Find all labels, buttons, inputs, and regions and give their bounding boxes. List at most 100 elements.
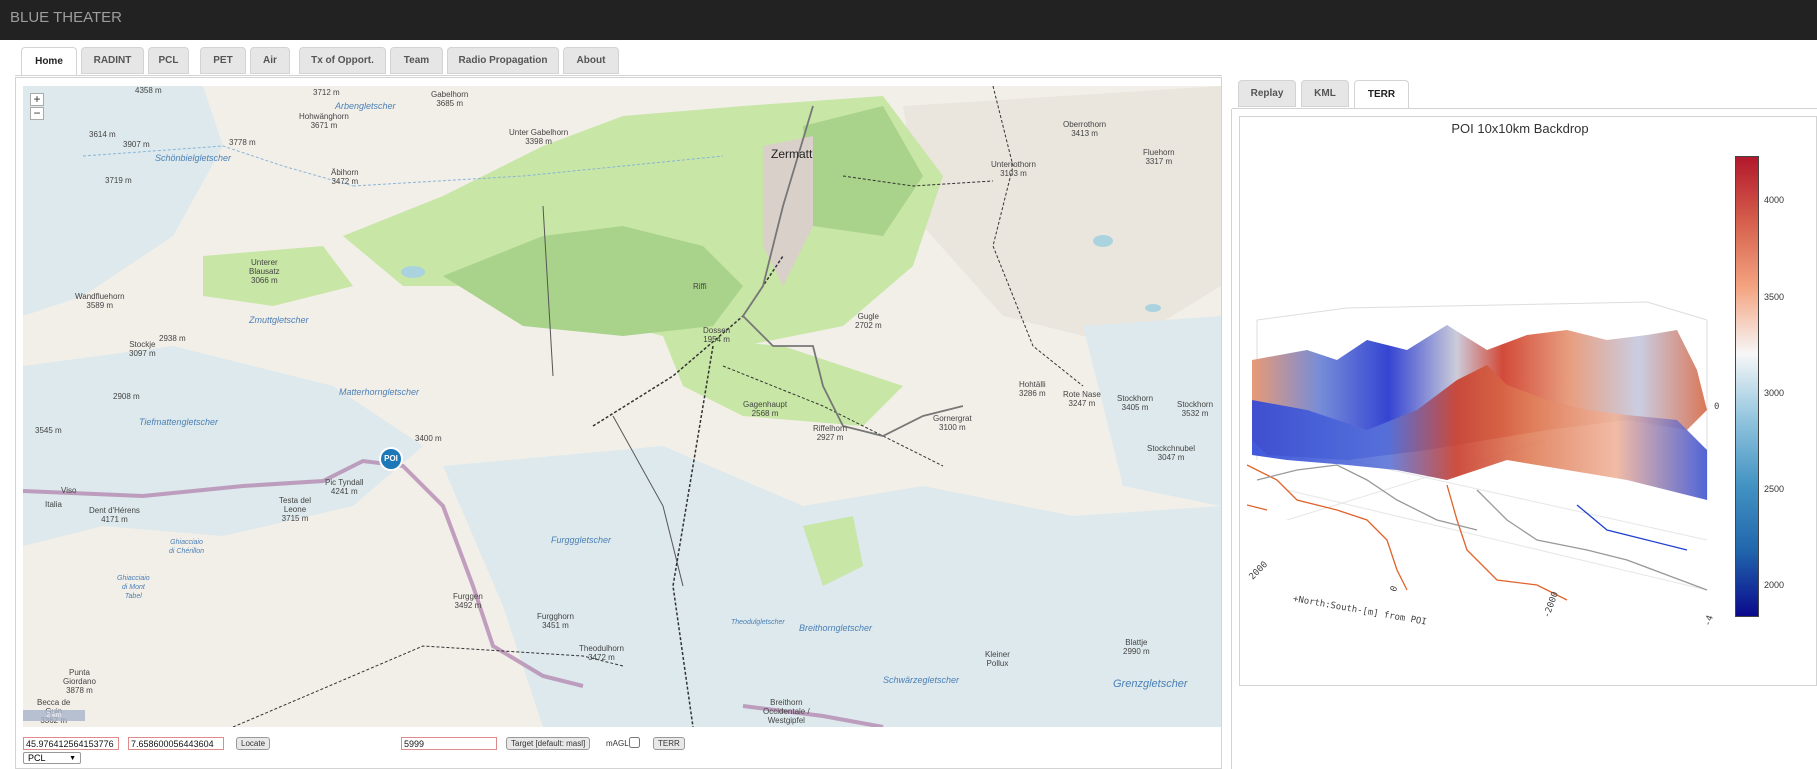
tab-replay[interactable]: Replay (1238, 80, 1296, 107)
map-label: Stockje 3097 m (129, 340, 156, 358)
zoom-in-button[interactable]: + (30, 93, 44, 106)
map-label: Zmuttgletscher (249, 315, 309, 325)
map-label: Ghiacciaio di Chérillon (169, 539, 205, 555)
map-label: 3907 m (123, 140, 150, 149)
altitude-input[interactable] (401, 737, 497, 750)
map-label: Fluehorn 3317 m (1143, 148, 1175, 166)
chevron-down-icon: ▼ (69, 755, 76, 762)
tab-home[interactable]: Home (21, 47, 77, 76)
app-title[interactable]: BLUE THEATER (10, 9, 122, 26)
map-label: Testa del Leone 3715 m (279, 496, 312, 523)
map-label: Arbengletscher (335, 101, 396, 111)
lake (1093, 235, 1113, 247)
glacier-area (443, 446, 1221, 727)
tab-radint[interactable]: RADINT (81, 47, 144, 74)
axis-tick: 0 (1714, 402, 1720, 412)
map-label: Stockhorn 3532 m (1177, 400, 1214, 418)
map-label: 3719 m (105, 176, 132, 185)
map-label: 2938 m (159, 334, 186, 343)
tab-pcl[interactable]: PCL (148, 47, 189, 74)
tab-pet[interactable]: PET (200, 47, 246, 74)
colorbar-tick: 3000 (1764, 388, 1785, 398)
map-label: Theodulhorn 3472 m (579, 644, 624, 662)
map-label: Gugle 2702 m (855, 312, 882, 330)
terr-button[interactable]: TERR (653, 737, 685, 750)
contour-line (1247, 504, 1268, 511)
magl-label: mAGL (606, 739, 629, 748)
map-label: 2908 m (113, 392, 140, 401)
map-label: Grenzgletscher (1113, 678, 1188, 690)
colorbar-tick: 2000 (1764, 580, 1785, 590)
map-label: Unter Gabelhorn 3398 m (509, 128, 569, 146)
map-label: Furgggletscher (551, 535, 612, 545)
tab-radio-propagation[interactable]: Radio Propagation (447, 47, 559, 74)
map-label: Dossen 1954 m (703, 326, 731, 344)
map-label: Rote Nase 3247 m (1063, 390, 1101, 408)
map-label: Pic Tyndall 4241 m (325, 478, 364, 496)
map-label: Schönbielgletscher (155, 153, 232, 163)
map-label: Stockchnubel 3047 m (1147, 444, 1196, 462)
map-label: Viso (61, 486, 77, 495)
locate-button[interactable]: Locate (236, 737, 271, 750)
map-label: Riffi (693, 282, 707, 291)
map-label: Kleiner Pollux (985, 650, 1010, 668)
tab-about[interactable]: About (563, 47, 619, 74)
lake (401, 266, 425, 278)
terrain-surface-plot[interactable] (1247, 290, 1725, 630)
mode-select[interactable]: PCL ▼ (23, 752, 81, 764)
map-label: Furgghorn 3451 m (537, 612, 574, 630)
map-label: 3614 m (89, 130, 116, 139)
map-label: Ghiacciaio di Mont Tabel (117, 575, 150, 600)
map-label: Oberrothorn 3413 m (1063, 120, 1107, 138)
tab-divider (15, 75, 1222, 76)
zoom-out-button[interactable]: − (30, 107, 44, 120)
map-label: Breithorngletscher (799, 623, 873, 633)
scale-bar: 2 km (23, 710, 85, 721)
longitude-input[interactable] (128, 737, 224, 750)
magl-checkbox[interactable] (629, 737, 640, 748)
map-label: 3712 m (313, 88, 340, 97)
latitude-input[interactable] (23, 737, 119, 750)
map-label: 3545 m (35, 426, 62, 435)
tab-air[interactable]: Air (250, 47, 290, 74)
map-view[interactable]: + − Zermatt Unter Gabelhorn 3398 m Gabel… (23, 86, 1221, 727)
rock-area (903, 86, 1221, 346)
map-label: Matterhorngletscher (339, 387, 420, 397)
map-label: 4358 m (135, 86, 162, 95)
tab-tx-of-opport[interactable]: Tx of Opport. (299, 47, 386, 74)
plot-title: POI 10x10km Backdrop (1451, 121, 1589, 136)
glacier-area (23, 346, 423, 546)
map-label: Hohtälli 3286 m (1019, 380, 1046, 398)
map-label: Tiefmattengletscher (139, 417, 218, 427)
colorbar-tick: 4000 (1764, 195, 1785, 205)
target-button[interactable]: Target [default: masl] (506, 737, 591, 750)
colorbar (1735, 156, 1759, 617)
map-label: Gornergrat 3100 m (933, 414, 972, 432)
map-label: Unterer Blausatz 3066 m (249, 258, 280, 285)
map-label: Riffelhorn 2927 m (813, 424, 848, 442)
map-label: 3400 m (415, 434, 442, 443)
tab-kml[interactable]: KML (1301, 80, 1349, 107)
map-label: Blattje 2990 m (1123, 638, 1150, 656)
poi-marker[interactable]: POI (379, 447, 403, 471)
map-label: Furggen 3492 m (453, 592, 483, 610)
mode-select-value: PCL (28, 753, 46, 763)
map-label: Dent d'Hérens 4171 m (89, 506, 140, 524)
map-label: Theodulgletscher (731, 619, 785, 626)
map-label: Gabelhorn 3685 m (431, 90, 469, 108)
tab-team[interactable]: Team (390, 47, 443, 74)
map-label: Äbihorn 3472 m (331, 168, 359, 186)
map-label: Punta Giordano 3878 m (63, 668, 96, 695)
map-label: Schwärzegletscher (883, 675, 960, 685)
map-terrain (23, 86, 1221, 727)
map-label: Breithorn Occidentale / Westgipfel (763, 698, 810, 725)
tab-terr[interactable]: TERR (1354, 80, 1409, 109)
map-label: Gagenhaupt 2568 m (743, 400, 788, 418)
colorbar-tick: 3500 (1764, 292, 1785, 302)
map-label: Zermatt (771, 147, 813, 161)
map-label: Hohwänghorn 3671 m (299, 112, 349, 130)
map-label: Stockhorn 3405 m (1117, 394, 1154, 412)
lake (1145, 304, 1161, 312)
colorbar-tick: 2500 (1764, 484, 1785, 494)
glacier-area (23, 86, 223, 316)
